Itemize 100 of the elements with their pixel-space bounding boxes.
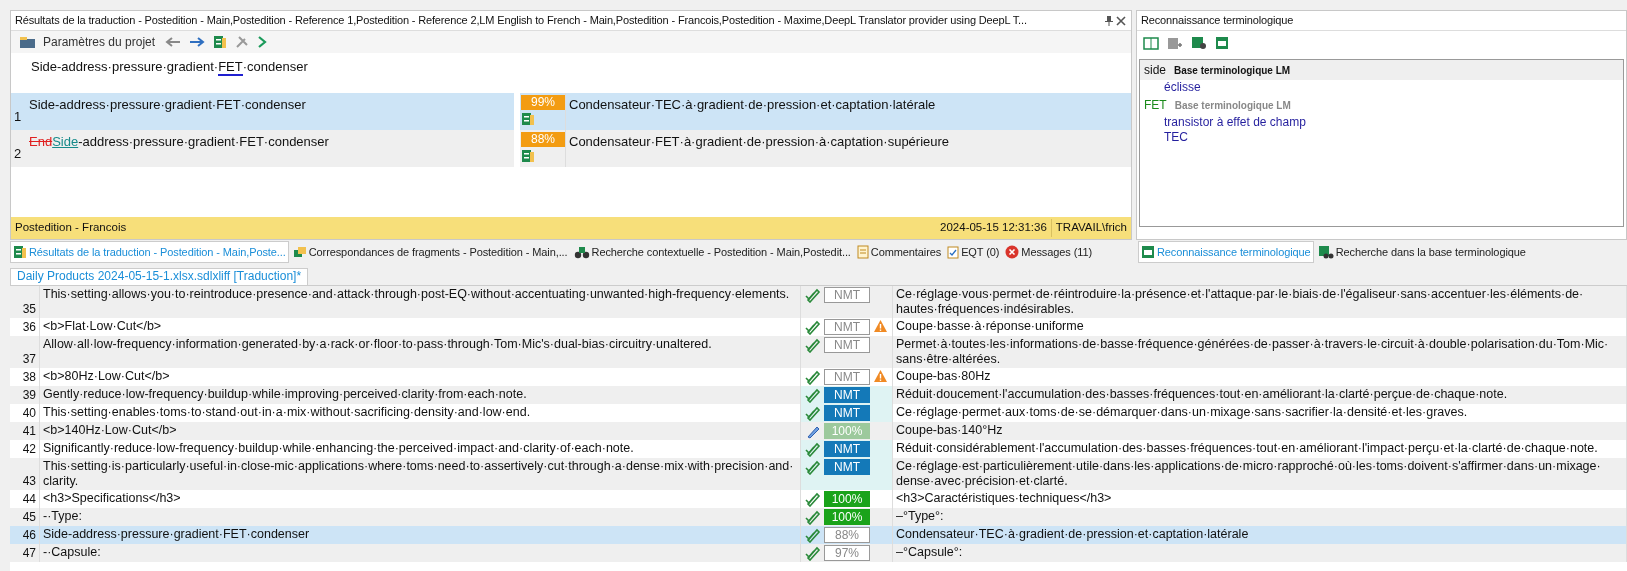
target-text: Ce·réglage·est·particulièrement·utile·dans·les·applications·de·micro·rapproché·où·les·toms·doivent·s'affirmer·dans·un·mixage·dense·avec·précision·et·clarté. — [896, 459, 1601, 488]
source-text: Allow·all·low-frequency·information·generated·by·a·rack·or·floor·to·pass·through·Tom·Mic's·dual-bias·circuitry·unaltered. — [43, 337, 712, 351]
target-text: Condensateur·TEC·à·gradient·de·pression·et·captation·latérale — [569, 97, 936, 112]
panel-title: Résultats de la traduction - Postedition - Main,Postedition - Reference 1,Postedition - Reference 2,LM English to French - Main,Postedition - Francois,Postedition - Maxime,DeepL Translator provider using DeepL T... — [15, 13, 1028, 29]
folder-icon — [19, 35, 37, 49]
target-text: Condensateur·FET·à·gradient·de·pression·à·captation·supérieure — [569, 134, 950, 149]
row-number: 38 — [22, 370, 36, 385]
source-text: Gently·reduce·low-frequency·buildup·while·improving·perceived·clarity·from·each·note. — [43, 387, 527, 401]
panel-tab[interactable]: Reconnaissance terminologique — [1138, 240, 1314, 264]
target-text: –°Type°: — [896, 509, 944, 523]
source-text: This·setting·is·particularly·useful·in·close-mic·applications·where·toms·need·to·assertively·cut·through·a·dense·mix·with·precision·and·clarity. — [43, 459, 794, 488]
panel-tab[interactable]: Correspondances de fragments - Postedition - Main,... — [290, 241, 570, 263]
document-tab[interactable]: Daily Products 2024-05-15-1.xlsx.sdlxliff [Traduction]* — [10, 268, 309, 285]
document-icon[interactable] — [213, 35, 228, 49]
row-number: 40 — [22, 406, 36, 421]
source-text: This·setting·enables·toms·to·stand·out·in·a·mix·without·sacrificing·density·and·low·end. — [43, 405, 531, 419]
match-status: 97% — [824, 545, 870, 561]
tools-icon[interactable] — [235, 35, 250, 49]
arrow-left-icon[interactable] — [165, 36, 182, 48]
target-text: Ce·réglage·permet·aux·toms·de·se·démarquer·dans·un·mixage·sans·sacrifier·la·densité·et·les·graves. — [896, 405, 1468, 419]
source-text: Significantly·reduce·low-frequency·buildup·while·enhancing·the·perceived·impact·and·clarity·of·each·note. — [43, 441, 634, 455]
segment-row[interactable]: 45 -·Type: 100% –°Type°: — [10, 508, 1627, 526]
source-text: Side-address·pressure·gradient·FET·condenser — [31, 59, 308, 76]
close-icon[interactable] — [1115, 14, 1127, 27]
term-entry[interactable]: side Base terminologique LM — [1140, 60, 1623, 80]
source-text: -·Capsule: — [43, 545, 101, 559]
row-number: 37 — [22, 352, 36, 367]
term-base-icon — [1141, 245, 1155, 259]
panel-title: Reconnaissance terminologique — [1141, 13, 1295, 29]
source-text: Side-address·pressure·gradient·FET·condenser — [29, 97, 306, 112]
book-icon[interactable] — [1143, 36, 1159, 50]
match-status: NMT — [824, 405, 870, 421]
row-number: 46 — [22, 528, 36, 543]
row-number: 1 — [14, 107, 22, 126]
match-status: 100% — [824, 423, 870, 439]
target-text: Condensateur·TEC·à·gradient·de·pression·et·captation·latérale — [896, 527, 1249, 541]
match-status: 88% — [824, 527, 870, 543]
panel-tab[interactable]: EQT (0) — [945, 241, 1002, 263]
source-text: <h3>Specifications</h3> — [43, 491, 181, 505]
target-text: Coupe-bas·140°Hz — [896, 423, 1003, 437]
target-text: Ce·réglage·vous·permet·de·réintroduire·la·présence·et·l'attaque·par·le·biais·de·l'égaliseur·sans·accentuer·les·éléments·de·hautes·fréquences·indésirables. — [896, 287, 1584, 316]
term-entry[interactable]: FET Base terminologique LM — [1140, 95, 1623, 115]
panel-tab[interactable]: Commentaires — [854, 241, 944, 263]
arrow-right-icon[interactable] — [189, 36, 206, 48]
notepad-icon — [856, 245, 869, 259]
match-score: 88% — [521, 132, 565, 147]
segment-row[interactable] — [10, 286, 1627, 318]
target-text: –°Capsule°: — [896, 545, 963, 559]
error-icon — [1005, 245, 1020, 259]
row-number: 39 — [22, 388, 36, 403]
pin-icon[interactable] — [1103, 14, 1115, 27]
source-text: Side-address·pressure·gradient·FET·condenser — [43, 527, 310, 541]
segment-row[interactable]: 41 <b>140Hz·Low·Cut</b> 100% Coupe-bas·140°Hz — [10, 422, 1627, 440]
segment-row[interactable] — [10, 336, 1627, 368]
row-number: 42 — [22, 442, 36, 457]
panel-tab[interactable]: Recherche dans la base terminologique — [1315, 241, 1528, 263]
match-status: 100% — [824, 491, 870, 507]
row-number: 41 — [22, 424, 36, 439]
row-number: 2 — [14, 144, 22, 163]
term-base-icon[interactable] — [1215, 36, 1229, 50]
term-translation: éclisse — [1163, 80, 1202, 95]
panel-tab[interactable]: Résultats de la traduction - Postedition - Main,Poste... — [10, 240, 289, 264]
binoculars-icon — [1317, 245, 1334, 259]
source-text: <b>Flat·Low·Cut</b> — [43, 319, 162, 333]
match-status: NMT — [824, 319, 870, 335]
binoculars-icon — [573, 245, 590, 259]
result-row[interactable]: 2 EndSide-address·pressure·gradient·FET·condenser 88% Condensateur·FET·à·gradient·de·pression·à·captation·supérieure — [11, 130, 1131, 167]
target-text: Permet·à·toutes·les·informations·de·basse·fréquence·générées·de·passer·à·travers·le·circuit·à·double·polarisation·du·Tom·Mic·sans·être·altérées. — [896, 337, 1609, 366]
row-number: 36 — [22, 320, 36, 335]
segment-row[interactable] — [10, 458, 1627, 490]
row-number: 47 — [22, 546, 36, 561]
row-number: 35 — [22, 302, 36, 317]
match-status: 100% — [824, 509, 870, 525]
segment-row[interactable]: 46 Side-address·pressure·gradient·FET·condenser 88% Condensateur·TEC·à·gradient·de·pression·et·captation·latérale — [10, 526, 1627, 544]
memory-icon — [521, 149, 535, 163]
chevron-right-icon[interactable] — [257, 36, 268, 48]
segment-row[interactable]: 39 Gently·reduce·low-frequency·buildup·while·improving·perceived·clarity·from·each·note. NMT Réduit·doucement·l'accumulation·des·basses·fréquences·tout·en·améliorant·la·clarté·perçue·de·chaque·note. — [10, 386, 1627, 404]
row-number: 44 — [22, 492, 36, 507]
match-status: NMT — [824, 387, 870, 403]
source-text: -·Type: — [43, 509, 82, 523]
status-origin: Postedition - Francois — [14, 220, 128, 236]
row-number: 43 — [22, 474, 36, 489]
source-text: This·setting·allows·you·to·reintroduce·presence·and·attack·through·post-EQ·without·accentuating·unwanted·high-frequency·elements. — [43, 287, 790, 301]
row-number: 45 — [22, 510, 36, 525]
document-icon — [13, 245, 27, 259]
memory-icon — [521, 112, 535, 126]
status-user: TRAVAIL\frich — [1050, 219, 1131, 237]
source-text: <b>80Hz·Low·Cut</b> — [43, 369, 170, 383]
match-status: NMT — [824, 441, 870, 457]
match-status: NMT — [824, 369, 870, 385]
project-settings-button[interactable]: Paramètres du projet — [17, 33, 158, 51]
term-translation: TEC — [1163, 130, 1189, 145]
match-score: 99% — [521, 95, 565, 110]
result-row[interactable]: 1 Side-address·pressure·gradient·FET·condenser 99% Condensateur·TEC·à·gradient·de·pression·et·captation·latérale — [11, 93, 1131, 130]
panel-tab[interactable]: Messages (11) — [1003, 241, 1094, 263]
target-text: <h3>Caractéristiques·techniques</h3> — [896, 491, 1112, 505]
segment-row[interactable]: 47 -·Capsule: 97% –°Capsule°: — [10, 544, 1627, 562]
panel-tab[interactable]: Recherche contextuelle - Postedition - Main,Postedit... — [571, 241, 853, 263]
status-date: 2024-05-15 12:31:36 — [939, 220, 1048, 236]
match-status: NMT — [824, 287, 870, 303]
